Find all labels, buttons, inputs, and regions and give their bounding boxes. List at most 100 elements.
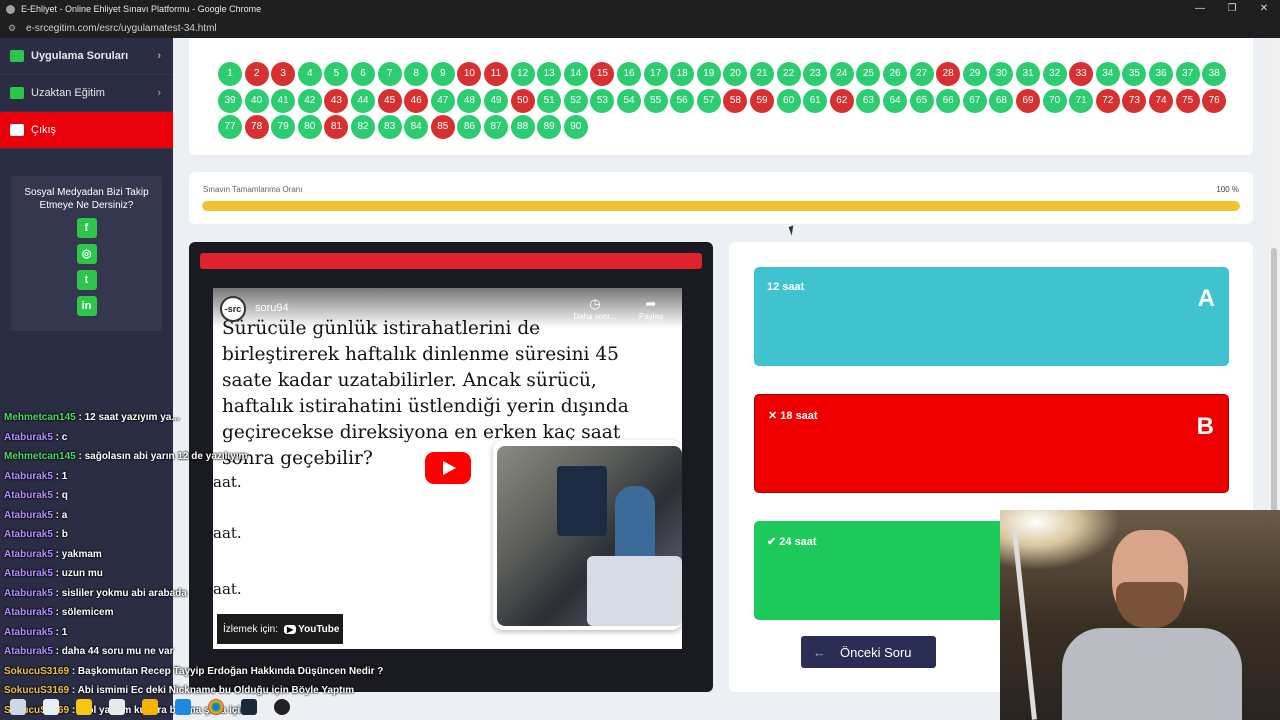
share-button[interactable]: ➦ Paylaş bbox=[629, 296, 673, 321]
question-number-28[interactable]: 28 bbox=[936, 62, 961, 86]
question-number-76[interactable]: 76 bbox=[1202, 88, 1227, 113]
question-number-69[interactable]: 69 bbox=[1016, 88, 1040, 113]
question-number-6[interactable]: 6 bbox=[351, 62, 375, 86]
question-number-64[interactable]: 64 bbox=[883, 88, 907, 113]
search-icon[interactable] bbox=[43, 699, 59, 715]
question-number-79[interactable]: 79 bbox=[271, 115, 296, 140]
question-number-5[interactable]: 5 bbox=[324, 62, 349, 86]
channel-logo[interactable]: -src bbox=[220, 296, 246, 322]
question-number-84[interactable]: 84 bbox=[404, 115, 429, 140]
question-number-66[interactable]: 66 bbox=[936, 88, 961, 113]
question-number-2[interactable]: 2 bbox=[244, 62, 269, 86]
question-number-41[interactable]: 41 bbox=[271, 88, 296, 113]
question-number-32[interactable]: 32 bbox=[1042, 62, 1067, 86]
question-number-26[interactable]: 26 bbox=[883, 62, 907, 86]
question-number-39[interactable]: 39 bbox=[218, 88, 242, 113]
question-number-81[interactable]: 81 bbox=[324, 115, 349, 140]
question-number-27[interactable]: 27 bbox=[909, 62, 934, 86]
question-number-80[interactable]: 80 bbox=[297, 115, 322, 140]
question-number-19[interactable]: 19 bbox=[696, 62, 721, 86]
question-number-38[interactable]: 38 bbox=[1202, 62, 1227, 86]
instagram-icon[interactable]: ◎ bbox=[76, 244, 97, 264]
question-number-46[interactable]: 46 bbox=[404, 88, 429, 113]
question-number-23[interactable]: 23 bbox=[803, 62, 828, 86]
question-number-14[interactable]: 14 bbox=[563, 62, 588, 86]
question-number-70[interactable]: 70 bbox=[1042, 88, 1067, 113]
question-number-4[interactable]: 4 bbox=[297, 62, 322, 86]
question-number-71[interactable]: 71 bbox=[1069, 88, 1094, 113]
question-number-82[interactable]: 82 bbox=[351, 115, 375, 140]
previous-question-button[interactable]: ← Önceki Soru bbox=[801, 636, 936, 668]
question-number-89[interactable]: 89 bbox=[537, 115, 562, 140]
maximize-icon[interactable]: ❐ bbox=[1216, 0, 1248, 18]
sidebar-item-uygulama-sorulari[interactable]: Uygulama Soruları › bbox=[0, 38, 173, 75]
twitter-icon[interactable]: t bbox=[76, 270, 97, 290]
question-number-20[interactable]: 20 bbox=[723, 62, 748, 86]
question-number-12[interactable]: 12 bbox=[510, 62, 535, 86]
question-number-86[interactable]: 86 bbox=[457, 115, 482, 140]
question-number-63[interactable]: 63 bbox=[856, 88, 881, 113]
windows-start-icon[interactable] bbox=[10, 699, 26, 715]
question-number-55[interactable]: 55 bbox=[643, 88, 668, 113]
watch-later-button[interactable]: ◷ Daha sonr... bbox=[573, 296, 617, 321]
question-number-9[interactable]: 9 bbox=[430, 62, 455, 86]
chrome-icon[interactable] bbox=[208, 699, 224, 715]
question-number-44[interactable]: 44 bbox=[351, 88, 375, 113]
question-number-65[interactable]: 65 bbox=[909, 88, 934, 113]
question-number-10[interactable]: 10 bbox=[457, 62, 482, 86]
question-number-58[interactable]: 58 bbox=[723, 88, 748, 113]
question-number-8[interactable]: 8 bbox=[404, 62, 429, 86]
close-icon[interactable]: ✕ bbox=[1248, 0, 1280, 18]
question-number-40[interactable]: 40 bbox=[244, 88, 269, 113]
question-number-22[interactable]: 22 bbox=[776, 62, 801, 86]
question-number-15[interactable]: 15 bbox=[590, 62, 615, 86]
sidebar-item-cikis[interactable]: Çıkış bbox=[0, 112, 173, 149]
steam-icon[interactable] bbox=[241, 699, 257, 715]
question-number-90[interactable]: 90 bbox=[563, 115, 588, 140]
question-number-67[interactable]: 67 bbox=[962, 88, 987, 113]
question-number-75[interactable]: 75 bbox=[1175, 88, 1200, 113]
url-text[interactable]: e-srcegitim.com/esrc/uygulamatest-34.htm… bbox=[26, 23, 217, 34]
minimize-icon[interactable]: — bbox=[1184, 0, 1216, 18]
question-number-53[interactable]: 53 bbox=[590, 88, 615, 113]
question-number-16[interactable]: 16 bbox=[617, 62, 641, 86]
question-number-85[interactable]: 85 bbox=[430, 115, 455, 140]
file-explorer-icon[interactable] bbox=[142, 699, 158, 715]
weather-icon[interactable] bbox=[76, 699, 92, 715]
question-number-35[interactable]: 35 bbox=[1122, 62, 1147, 86]
question-number-73[interactable]: 73 bbox=[1122, 88, 1147, 113]
question-number-48[interactable]: 48 bbox=[457, 88, 482, 113]
question-number-17[interactable]: 17 bbox=[643, 62, 668, 86]
question-number-59[interactable]: 59 bbox=[750, 88, 774, 113]
site-info-icon[interactable]: ⚙ bbox=[8, 23, 18, 33]
question-number-11[interactable]: 11 bbox=[484, 62, 508, 86]
question-number-37[interactable]: 37 bbox=[1175, 62, 1200, 86]
question-number-13[interactable]: 13 bbox=[537, 62, 562, 86]
task-view-icon[interactable] bbox=[109, 699, 125, 715]
linkedin-icon[interactable]: in bbox=[76, 296, 97, 316]
answer-option-a[interactable]: 12 saat A bbox=[754, 267, 1229, 366]
sidebar-item-uzaktan-egitim[interactable]: Uzaktan Eğitim › bbox=[0, 75, 173, 112]
question-number-49[interactable]: 49 bbox=[484, 88, 508, 113]
question-number-34[interactable]: 34 bbox=[1095, 62, 1120, 86]
mail-icon[interactable] bbox=[175, 699, 191, 715]
question-number-42[interactable]: 42 bbox=[297, 88, 322, 113]
question-number-60[interactable]: 60 bbox=[776, 88, 801, 113]
question-number-88[interactable]: 88 bbox=[510, 115, 535, 140]
answer-option-b[interactable]: ✕ 18 saat B bbox=[754, 394, 1229, 493]
question-number-83[interactable]: 83 bbox=[377, 115, 402, 140]
question-number-47[interactable]: 47 bbox=[430, 88, 455, 113]
question-number-21[interactable]: 21 bbox=[750, 62, 774, 86]
question-number-72[interactable]: 72 bbox=[1095, 88, 1120, 113]
question-number-54[interactable]: 54 bbox=[617, 88, 641, 113]
question-number-68[interactable]: 68 bbox=[989, 88, 1014, 113]
question-number-7[interactable]: 7 bbox=[377, 62, 402, 86]
question-number-56[interactable]: 56 bbox=[670, 88, 695, 113]
question-number-50[interactable]: 50 bbox=[510, 88, 535, 113]
question-number-74[interactable]: 74 bbox=[1149, 88, 1173, 113]
question-number-43[interactable]: 43 bbox=[324, 88, 349, 113]
question-number-78[interactable]: 78 bbox=[244, 115, 269, 140]
video-title[interactable]: soru94 bbox=[255, 302, 289, 314]
question-number-36[interactable]: 36 bbox=[1149, 62, 1173, 86]
obs-icon[interactable] bbox=[274, 699, 290, 715]
